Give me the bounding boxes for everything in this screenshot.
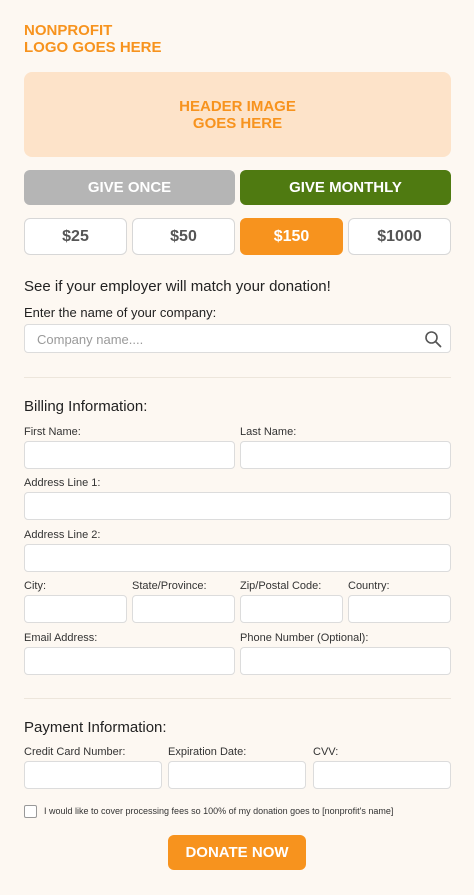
country-field[interactable] [348, 595, 451, 623]
first-name-field[interactable] [24, 441, 235, 469]
company-name-placeholder: Company name.... [37, 332, 144, 347]
nonprofit-logo: NONPROFIT LOGO GOES HERE [24, 22, 162, 56]
city-label: City: [24, 580, 46, 592]
phone-label: Phone Number (Optional): [240, 632, 369, 644]
card-number-label: Credit Card Number: [24, 746, 126, 758]
section-divider [24, 377, 451, 378]
cvv-label: CVV: [313, 746, 339, 758]
header-image-placeholder: HEADER IMAGE GOES HERE [24, 72, 451, 157]
search-icon[interactable] [424, 330, 442, 348]
address-line-2-field[interactable] [24, 544, 451, 572]
phone-field[interactable] [240, 647, 451, 675]
cvv-field[interactable] [313, 761, 451, 789]
expiration-date-field[interactable] [168, 761, 306, 789]
cover-fees-label: I would like to cover processing fees so… [44, 806, 394, 816]
donate-now-button[interactable]: DONATE NOW [168, 835, 306, 870]
zip-label: Zip/Postal Code: [240, 580, 322, 592]
amount-option-150[interactable]: $150 [240, 218, 343, 255]
email-field[interactable] [24, 647, 235, 675]
donation-form-page: NONPROFIT LOGO GOES HERE HEADER IMAGE GO… [0, 0, 474, 895]
expiration-date-label: Expiration Date: [168, 746, 247, 758]
first-name-label: First Name: [24, 426, 81, 438]
give-once-button[interactable]: GIVE ONCE [24, 170, 235, 205]
amount-option-50[interactable]: $50 [132, 218, 235, 255]
card-number-field[interactable] [24, 761, 162, 789]
payment-section-title: Payment Information: [24, 719, 167, 736]
address-line-1-label: Address Line 1: [24, 477, 101, 489]
address-line-2-label: Address Line 2: [24, 529, 101, 541]
city-field[interactable] [24, 595, 127, 623]
cover-fees-checkbox[interactable] [24, 805, 37, 818]
amount-option-25[interactable]: $25 [24, 218, 127, 255]
state-field[interactable] [132, 595, 235, 623]
give-monthly-button[interactable]: GIVE MONTHLY [240, 170, 451, 205]
employer-match-title: See if your employer will match your don… [24, 278, 331, 295]
state-label: State/Province: [132, 580, 207, 592]
address-line-1-field[interactable] [24, 492, 451, 520]
amount-option-1000[interactable]: $1000 [348, 218, 451, 255]
employer-match-prompt: Enter the name of your company: [24, 305, 217, 320]
section-divider [24, 698, 451, 699]
country-label: Country: [348, 580, 390, 592]
email-label: Email Address: [24, 632, 98, 644]
last-name-field[interactable] [240, 441, 451, 469]
company-name-input[interactable]: Company name.... [24, 324, 451, 353]
last-name-label: Last Name: [240, 426, 297, 438]
billing-section-title: Billing Information: [24, 398, 148, 415]
zip-field[interactable] [240, 595, 343, 623]
